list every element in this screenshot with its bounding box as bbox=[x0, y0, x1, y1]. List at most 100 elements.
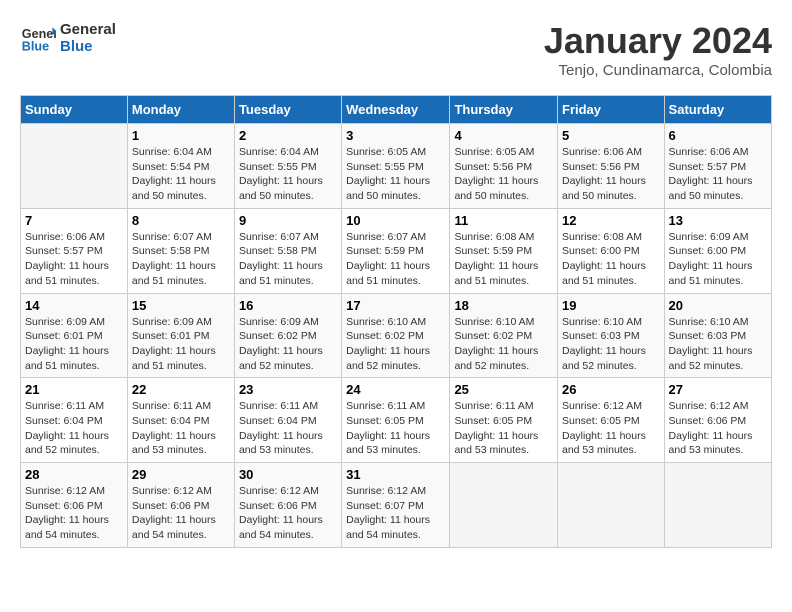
calendar-day-cell: 6 Sunrise: 6:06 AMSunset: 5:57 PMDayligh… bbox=[664, 124, 771, 209]
logo-blue: Blue bbox=[60, 38, 116, 55]
day-number: 13 bbox=[669, 213, 767, 228]
calendar-week-row: 1 Sunrise: 6:04 AMSunset: 5:54 PMDayligh… bbox=[21, 124, 772, 209]
calendar-body: 1 Sunrise: 6:04 AMSunset: 5:54 PMDayligh… bbox=[21, 124, 772, 548]
calendar-week-row: 14 Sunrise: 6:09 AMSunset: 6:01 PMDaylig… bbox=[21, 293, 772, 378]
day-info: Sunrise: 6:06 AMSunset: 5:57 PMDaylight:… bbox=[669, 145, 767, 204]
day-info: Sunrise: 6:09 AMSunset: 6:02 PMDaylight:… bbox=[239, 315, 337, 374]
calendar-day-cell: 4 Sunrise: 6:05 AMSunset: 5:56 PMDayligh… bbox=[450, 124, 558, 209]
day-info: Sunrise: 6:07 AMSunset: 5:59 PMDaylight:… bbox=[346, 230, 445, 289]
day-number: 5 bbox=[562, 128, 660, 143]
day-info: Sunrise: 6:04 AMSunset: 5:54 PMDaylight:… bbox=[132, 145, 230, 204]
title-block: January 2024 Tenjo, Cundinamarca, Colomb… bbox=[544, 20, 772, 79]
calendar-day-cell: 9 Sunrise: 6:07 AMSunset: 5:58 PMDayligh… bbox=[234, 208, 341, 293]
day-number: 12 bbox=[562, 213, 660, 228]
day-number: 21 bbox=[25, 382, 123, 397]
calendar-day-cell: 12 Sunrise: 6:08 AMSunset: 6:00 PMDaylig… bbox=[558, 208, 665, 293]
day-number: 15 bbox=[132, 298, 230, 313]
day-info: Sunrise: 6:09 AMSunset: 6:00 PMDaylight:… bbox=[669, 230, 767, 289]
day-info: Sunrise: 6:12 AMSunset: 6:07 PMDaylight:… bbox=[346, 484, 445, 543]
day-number: 26 bbox=[562, 382, 660, 397]
calendar-day-cell: 11 Sunrise: 6:08 AMSunset: 5:59 PMDaylig… bbox=[450, 208, 558, 293]
day-info: Sunrise: 6:09 AMSunset: 6:01 PMDaylight:… bbox=[25, 315, 123, 374]
weekday-header-cell: Monday bbox=[127, 96, 234, 124]
day-info: Sunrise: 6:08 AMSunset: 6:00 PMDaylight:… bbox=[562, 230, 660, 289]
day-info: Sunrise: 6:12 AMSunset: 6:06 PMDaylight:… bbox=[132, 484, 230, 543]
weekday-header-cell: Thursday bbox=[450, 96, 558, 124]
day-info: Sunrise: 6:11 AMSunset: 6:04 PMDaylight:… bbox=[132, 399, 230, 458]
day-number: 10 bbox=[346, 213, 445, 228]
day-info: Sunrise: 6:10 AMSunset: 6:02 PMDaylight:… bbox=[454, 315, 553, 374]
calendar-day-cell: 22 Sunrise: 6:11 AMSunset: 6:04 PMDaylig… bbox=[127, 378, 234, 463]
location-subtitle: Tenjo, Cundinamarca, Colombia bbox=[544, 62, 772, 79]
day-info: Sunrise: 6:09 AMSunset: 6:01 PMDaylight:… bbox=[132, 315, 230, 374]
calendar-day-cell: 10 Sunrise: 6:07 AMSunset: 5:59 PMDaylig… bbox=[342, 208, 450, 293]
day-number: 18 bbox=[454, 298, 553, 313]
day-info: Sunrise: 6:11 AMSunset: 6:04 PMDaylight:… bbox=[25, 399, 123, 458]
day-info: Sunrise: 6:05 AMSunset: 5:56 PMDaylight:… bbox=[454, 145, 553, 204]
day-info: Sunrise: 6:12 AMSunset: 6:06 PMDaylight:… bbox=[239, 484, 337, 543]
day-number: 9 bbox=[239, 213, 337, 228]
day-info: Sunrise: 6:06 AMSunset: 5:56 PMDaylight:… bbox=[562, 145, 660, 204]
logo-general: General bbox=[60, 21, 116, 38]
weekday-header-cell: Tuesday bbox=[234, 96, 341, 124]
calendar-day-cell: 26 Sunrise: 6:12 AMSunset: 6:05 PMDaylig… bbox=[558, 378, 665, 463]
day-info: Sunrise: 6:06 AMSunset: 5:57 PMDaylight:… bbox=[25, 230, 123, 289]
day-info: Sunrise: 6:04 AMSunset: 5:55 PMDaylight:… bbox=[239, 145, 337, 204]
day-number: 20 bbox=[669, 298, 767, 313]
weekday-header-cell: Wednesday bbox=[342, 96, 450, 124]
calendar-day-cell: 16 Sunrise: 6:09 AMSunset: 6:02 PMDaylig… bbox=[234, 293, 341, 378]
calendar-day-cell: 20 Sunrise: 6:10 AMSunset: 6:03 PMDaylig… bbox=[664, 293, 771, 378]
calendar-day-cell bbox=[664, 463, 771, 548]
day-info: Sunrise: 6:10 AMSunset: 6:02 PMDaylight:… bbox=[346, 315, 445, 374]
calendar-day-cell: 5 Sunrise: 6:06 AMSunset: 5:56 PMDayligh… bbox=[558, 124, 665, 209]
calendar-day-cell bbox=[21, 124, 128, 209]
day-info: Sunrise: 6:12 AMSunset: 6:06 PMDaylight:… bbox=[669, 399, 767, 458]
calendar-day-cell: 13 Sunrise: 6:09 AMSunset: 6:00 PMDaylig… bbox=[664, 208, 771, 293]
day-info: Sunrise: 6:07 AMSunset: 5:58 PMDaylight:… bbox=[239, 230, 337, 289]
weekday-header-cell: Sunday bbox=[21, 96, 128, 124]
day-number: 6 bbox=[669, 128, 767, 143]
calendar-week-row: 21 Sunrise: 6:11 AMSunset: 6:04 PMDaylig… bbox=[21, 378, 772, 463]
calendar-day-cell: 1 Sunrise: 6:04 AMSunset: 5:54 PMDayligh… bbox=[127, 124, 234, 209]
day-number: 30 bbox=[239, 467, 337, 482]
calendar-day-cell: 18 Sunrise: 6:10 AMSunset: 6:02 PMDaylig… bbox=[450, 293, 558, 378]
day-number: 7 bbox=[25, 213, 123, 228]
day-info: Sunrise: 6:12 AMSunset: 6:05 PMDaylight:… bbox=[562, 399, 660, 458]
page-header: General Blue General Blue January 2024 T… bbox=[20, 20, 772, 79]
weekday-header-cell: Saturday bbox=[664, 96, 771, 124]
calendar-table: SundayMondayTuesdayWednesdayThursdayFrid… bbox=[20, 95, 772, 548]
day-number: 2 bbox=[239, 128, 337, 143]
calendar-week-row: 7 Sunrise: 6:06 AMSunset: 5:57 PMDayligh… bbox=[21, 208, 772, 293]
calendar-day-cell: 27 Sunrise: 6:12 AMSunset: 6:06 PMDaylig… bbox=[664, 378, 771, 463]
weekday-header-cell: Friday bbox=[558, 96, 665, 124]
day-info: Sunrise: 6:11 AMSunset: 6:04 PMDaylight:… bbox=[239, 399, 337, 458]
day-info: Sunrise: 6:08 AMSunset: 5:59 PMDaylight:… bbox=[454, 230, 553, 289]
day-number: 4 bbox=[454, 128, 553, 143]
logo-icon: General Blue bbox=[20, 20, 56, 56]
day-number: 27 bbox=[669, 382, 767, 397]
day-info: Sunrise: 6:12 AMSunset: 6:06 PMDaylight:… bbox=[25, 484, 123, 543]
day-number: 3 bbox=[346, 128, 445, 143]
day-number: 1 bbox=[132, 128, 230, 143]
day-number: 14 bbox=[25, 298, 123, 313]
calendar-day-cell: 15 Sunrise: 6:09 AMSunset: 6:01 PMDaylig… bbox=[127, 293, 234, 378]
calendar-day-cell: 19 Sunrise: 6:10 AMSunset: 6:03 PMDaylig… bbox=[558, 293, 665, 378]
day-number: 24 bbox=[346, 382, 445, 397]
calendar-day-cell: 14 Sunrise: 6:09 AMSunset: 6:01 PMDaylig… bbox=[21, 293, 128, 378]
calendar-day-cell: 28 Sunrise: 6:12 AMSunset: 6:06 PMDaylig… bbox=[21, 463, 128, 548]
day-info: Sunrise: 6:07 AMSunset: 5:58 PMDaylight:… bbox=[132, 230, 230, 289]
calendar-day-cell: 29 Sunrise: 6:12 AMSunset: 6:06 PMDaylig… bbox=[127, 463, 234, 548]
day-number: 11 bbox=[454, 213, 553, 228]
day-info: Sunrise: 6:10 AMSunset: 6:03 PMDaylight:… bbox=[562, 315, 660, 374]
calendar-day-cell: 3 Sunrise: 6:05 AMSunset: 5:55 PMDayligh… bbox=[342, 124, 450, 209]
svg-text:Blue: Blue bbox=[22, 40, 49, 54]
day-info: Sunrise: 6:05 AMSunset: 5:55 PMDaylight:… bbox=[346, 145, 445, 204]
month-title: January 2024 bbox=[544, 20, 772, 62]
day-number: 23 bbox=[239, 382, 337, 397]
day-info: Sunrise: 6:11 AMSunset: 6:05 PMDaylight:… bbox=[454, 399, 553, 458]
day-number: 31 bbox=[346, 467, 445, 482]
calendar-day-cell: 25 Sunrise: 6:11 AMSunset: 6:05 PMDaylig… bbox=[450, 378, 558, 463]
calendar-day-cell: 8 Sunrise: 6:07 AMSunset: 5:58 PMDayligh… bbox=[127, 208, 234, 293]
calendar-day-cell: 24 Sunrise: 6:11 AMSunset: 6:05 PMDaylig… bbox=[342, 378, 450, 463]
calendar-day-cell: 2 Sunrise: 6:04 AMSunset: 5:55 PMDayligh… bbox=[234, 124, 341, 209]
